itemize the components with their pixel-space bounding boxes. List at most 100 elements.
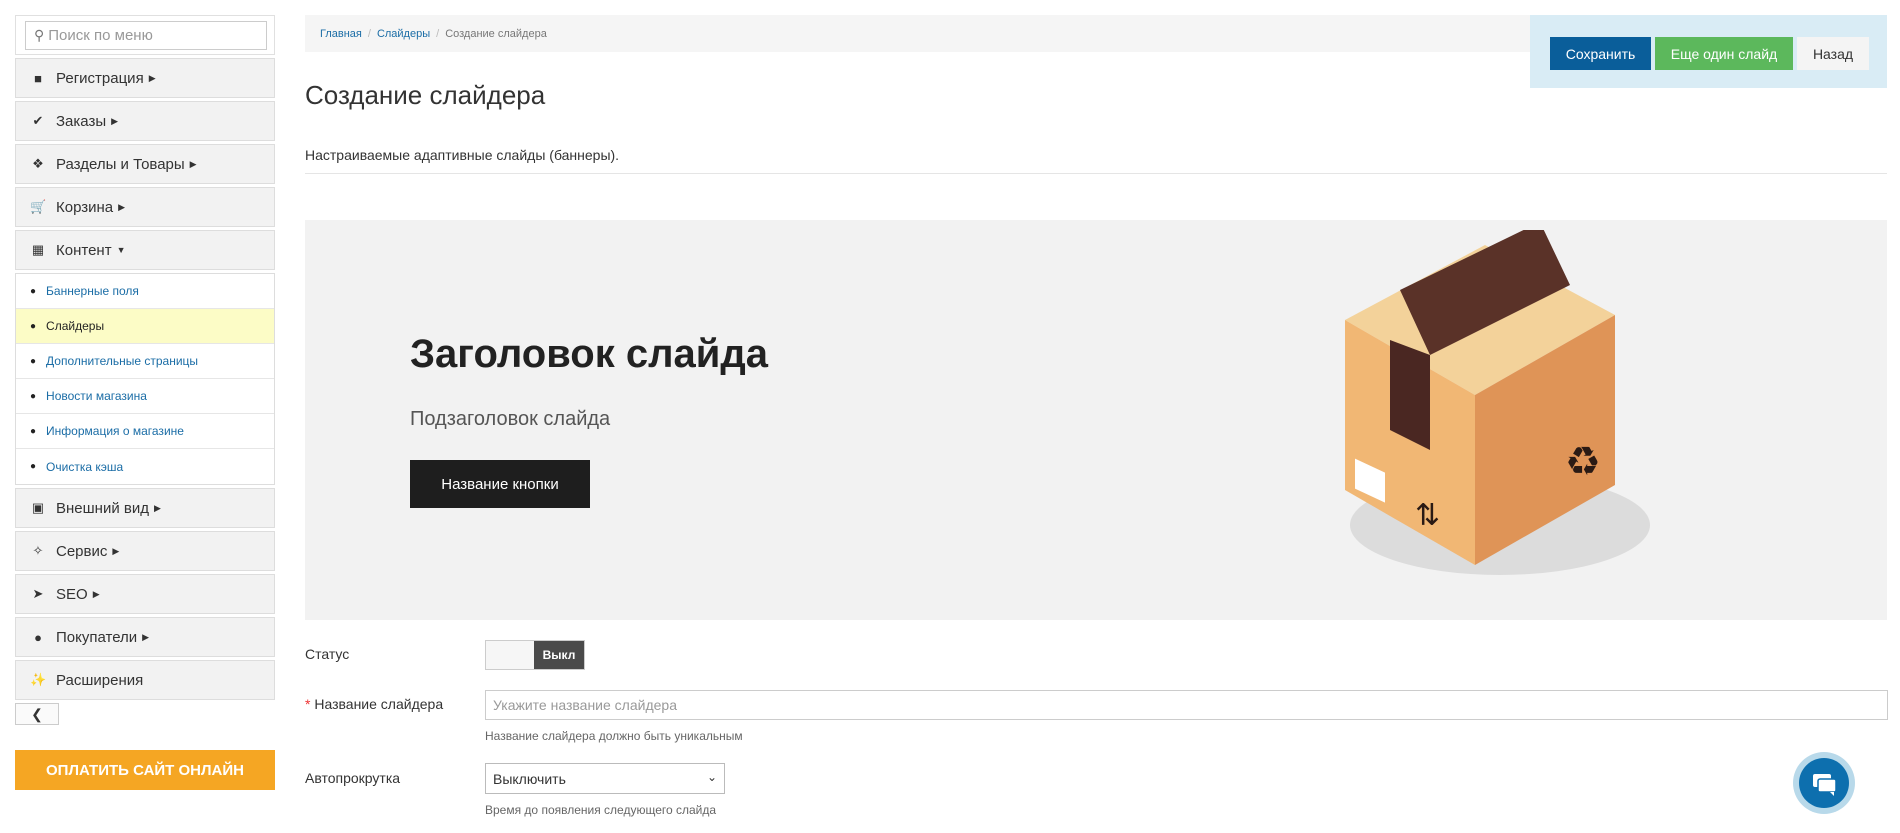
action-bar: Сохранить Еще один слайд Назад (1530, 15, 1887, 88)
sidebar-nav: ■ Регистрация ▶ ✔ Заказы ▶ ❖ Разделы и Т… (15, 58, 275, 725)
sidebar-item-label: Заказы (56, 112, 107, 130)
svg-text:⇅: ⇅ (1415, 498, 1440, 533)
slider-name-label-text: Название слайдера (314, 696, 444, 712)
sidebar-item-service[interactable]: ✧ Сервис ▶ (15, 531, 275, 571)
slide-title: Заголовок слайда (410, 332, 768, 376)
sidebar-item-content[interactable]: ▦ Контент ▼ (15, 230, 275, 270)
status-toggle[interactable]: Выкл (485, 640, 585, 670)
submenu-label: Дополнительные страницы (46, 354, 199, 368)
sidebar-item-registration[interactable]: ■ Регистрация ▶ (15, 58, 275, 98)
autoplay-label: Автопрокрутка (305, 770, 401, 786)
breadcrumb-sliders-link[interactable]: Слайдеры (377, 28, 430, 40)
submenu-label: Баннерные поля (46, 284, 139, 298)
submenu-label: Новости магазина (46, 389, 147, 403)
sidebar-item-label: Расширения (56, 671, 144, 689)
breadcrumb-separator: / (436, 27, 440, 40)
user-icon: ● (34, 629, 42, 645)
image-icon: ▣ (31, 500, 45, 515)
submenu-label: Слайдеры (46, 319, 105, 333)
divider (305, 173, 1887, 174)
caret-right-icon: ▶ (118, 201, 126, 212)
wrench-icon: ✧ (32, 543, 44, 558)
caret-right-icon: ▶ (148, 72, 156, 83)
content-submenu: ● Баннерные поля ● Слайдеры ● Дополнительны… (15, 273, 275, 485)
sidebar-item-label: Контент (56, 241, 112, 259)
caret-right-icon: ▶ (189, 158, 197, 169)
chat-button[interactable] (1793, 752, 1855, 814)
status-label: Статус (305, 646, 350, 662)
save-button[interactable]: Сохранить (1550, 37, 1651, 70)
submenu-item-store-news[interactable]: ● Новости магазина (16, 379, 274, 414)
slider-name-hint: Название слайдера должно быть уникальным (485, 729, 743, 743)
slider-name-input[interactable]: Укажите название слайдера (485, 690, 1888, 720)
search-icon: ⚲ (34, 27, 45, 43)
sidebar-item-customers[interactable]: ● Покупатели ▶ (15, 617, 275, 657)
page-description: Настраиваемые адаптивные слайды (баннеры… (305, 147, 620, 163)
cart-icon: 🛒 (30, 199, 47, 214)
slide-button[interactable]: Название кнопки (410, 460, 590, 508)
sidebar-item-label: SEO (56, 585, 88, 603)
autoplay-select[interactable]: Выключить ⌄ (485, 763, 725, 794)
box-illustration: ♻ ⇅ (1345, 230, 1650, 575)
submenu-item-sliders[interactable]: ● Слайдеры (16, 309, 274, 344)
caret-right-icon: ▶ (142, 631, 150, 642)
sidebar-item-label: Корзина (56, 198, 114, 216)
sidebar-item-label: Внешний вид (56, 499, 149, 517)
grid-icon: ▦ (31, 242, 45, 257)
breadcrumb-current: Создание слайдера (445, 27, 547, 40)
sidebar-item-label: Разделы и Товары (56, 155, 185, 173)
breadcrumb-home-link[interactable]: Главная (320, 28, 362, 40)
bullet-icon: ● (30, 320, 37, 332)
caret-right-icon: ▶ (111, 115, 119, 126)
bullet-icon: ● (30, 425, 37, 437)
sidebar-item-label: Регистрация (56, 69, 144, 87)
submenu-item-store-info[interactable]: ● Информация о магазине (16, 414, 274, 449)
pay-online-button[interactable]: ОПЛАТИТЬ САЙТ ОНЛАЙН (15, 750, 275, 790)
submenu-item-extra-pages[interactable]: ● Дополнительные страницы (16, 344, 274, 379)
sidebar-search-box: ⚲ Поиск по меню (15, 15, 275, 55)
plug-icon: ✨ (30, 672, 47, 687)
caret-right-icon: ▶ (112, 545, 120, 556)
back-button[interactable]: Назад (1797, 37, 1869, 70)
add-another-slide-button[interactable]: Еще один слайд (1655, 37, 1793, 70)
bullet-icon: ● (30, 461, 37, 472)
chevron-left-icon: ❮ (31, 705, 43, 722)
search-input[interactable]: ⚲ Поиск по меню (25, 21, 267, 50)
sidebar-item-label: Покупатели (56, 628, 138, 646)
page-title: Создание слайдера (305, 80, 546, 110)
search-placeholder: Поиск по меню (48, 27, 153, 44)
required-marker: * (305, 696, 315, 712)
slider-name-placeholder: Укажите название слайдера (493, 697, 677, 713)
slide-subtitle: Подзаголовок слайда (410, 408, 611, 430)
sidebar-item-orders[interactable]: ✔ Заказы ▶ (15, 101, 275, 141)
chat-icon (1799, 758, 1849, 808)
sidebar-collapse-button[interactable]: ❮ (15, 703, 59, 725)
status-toggle-off: Выкл (534, 641, 584, 669)
slide-preview: Заголовок слайда Подзаголовок слайда Наз… (305, 220, 1887, 620)
submenu-item-banner-fields[interactable]: ● Баннерные поля (16, 274, 274, 309)
caret-right-icon: ▶ (153, 502, 161, 513)
breadcrumb-separator: / (367, 27, 371, 40)
sidebar-item-seo[interactable]: ➤ SEO ▶ (15, 574, 275, 614)
sidebar-item-catalog[interactable]: ❖ Разделы и Товары ▶ (15, 144, 275, 184)
autoplay-hint: Время до появления следующего слайда (485, 803, 717, 817)
autoplay-value: Выключить (493, 770, 566, 787)
rocket-icon: ➤ (32, 586, 44, 601)
sidebar-item-label: Сервис (56, 542, 108, 560)
bullet-icon: ● (30, 285, 37, 297)
slider-name-label: * Название слайдера (305, 696, 443, 712)
sidebar-item-extensions[interactable]: ✨ Расширения (15, 660, 275, 700)
sidebar-item-appearance[interactable]: ▣ Внешний вид ▶ (15, 488, 275, 528)
caret-right-icon: ▶ (92, 588, 100, 599)
briefcase-icon: ■ (34, 70, 42, 86)
sidebar-item-cart[interactable]: 🛒 Корзина ▶ (15, 187, 275, 227)
submenu-label: Очистка кэша (46, 459, 124, 474)
svg-text:♻: ♻ (1565, 439, 1601, 485)
submenu-label: Информация о магазине (46, 424, 184, 438)
chevron-down-icon: ⌄ (706, 770, 717, 784)
caret-down-icon: ▼ (116, 245, 126, 255)
check-circle-icon: ✔ (32, 113, 44, 128)
submenu-item-clear-cache[interactable]: ● Очистка кэша (16, 449, 274, 484)
bullet-icon: ● (30, 390, 37, 402)
cubes-icon: ❖ (32, 156, 44, 171)
